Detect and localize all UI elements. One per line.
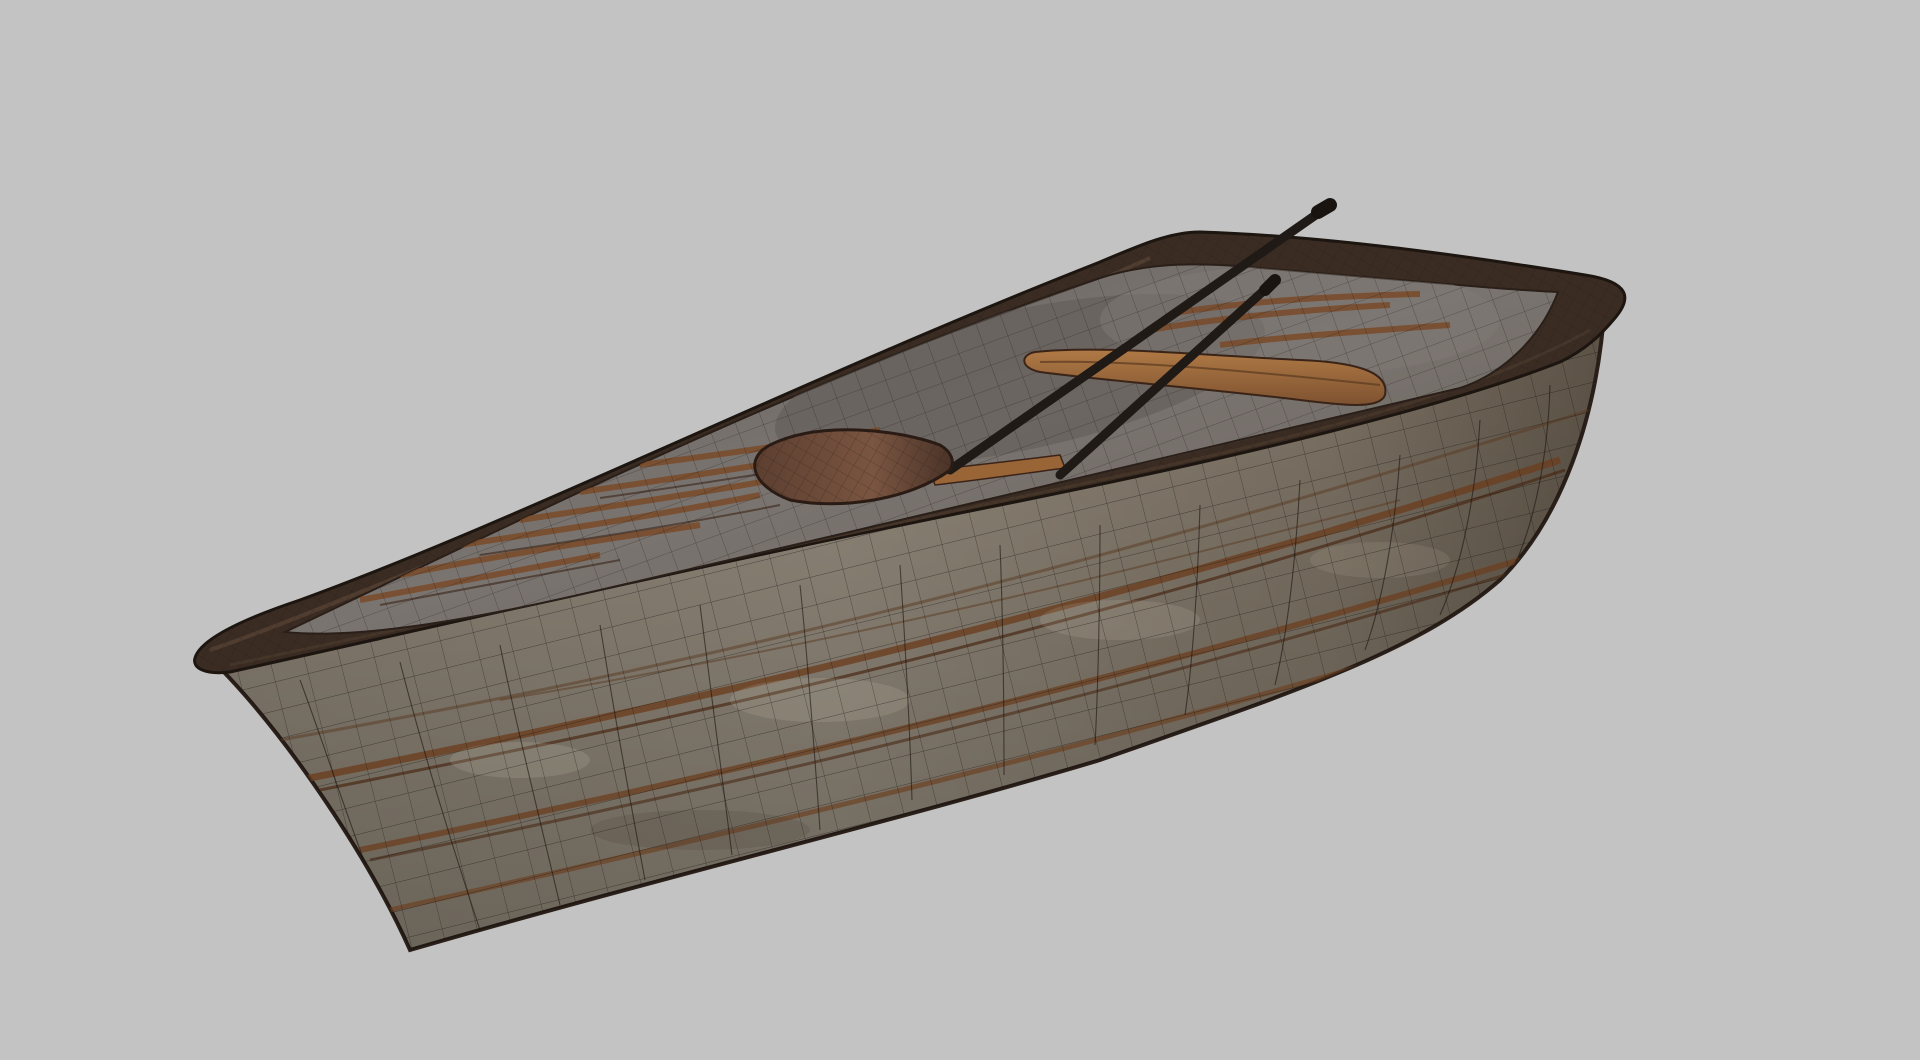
3d-viewport[interactable] [0,0,1920,1060]
boat-render [193,198,1627,953]
